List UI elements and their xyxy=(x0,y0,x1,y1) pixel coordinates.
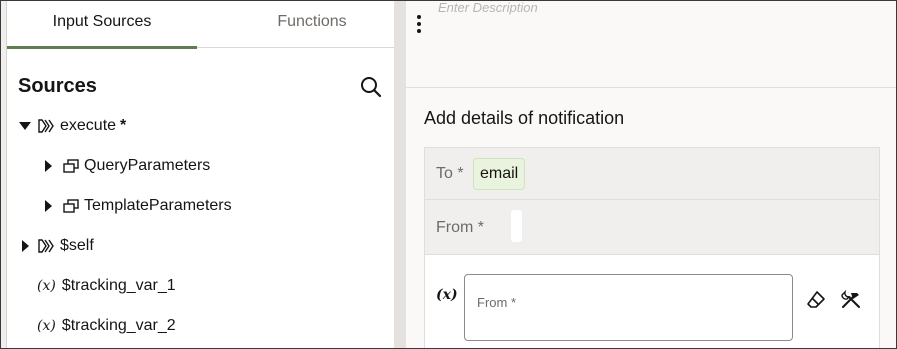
tree-item-self[interactable]: $self xyxy=(22,234,94,258)
variable-icon: (x) xyxy=(37,318,56,334)
chevron-right-icon[interactable] xyxy=(45,160,52,172)
tree-item-label: QueryParameters xyxy=(84,157,211,174)
chevron-down-icon[interactable] xyxy=(19,122,31,130)
tools-icon[interactable] xyxy=(840,289,862,310)
collection-icon xyxy=(62,158,80,174)
sources-heading: Sources xyxy=(18,75,97,97)
tree-item-label: $self xyxy=(60,237,94,254)
tab-bar: Input Sources Functions xyxy=(7,3,394,49)
kebab-menu-icon[interactable] xyxy=(414,15,424,37)
collection-icon xyxy=(62,198,80,214)
tree-item-queryparameters[interactable]: QueryParameters xyxy=(45,154,210,178)
step-icon xyxy=(38,238,56,254)
variable-icon: (x) xyxy=(37,278,56,294)
panel-splitter[interactable] xyxy=(394,1,406,348)
tree-item-templateparameters[interactable]: TemplateParameters xyxy=(45,194,232,218)
tree-item-tracking-var-1[interactable]: (x) $tracking_var_1 xyxy=(37,274,176,298)
tab-input-sources[interactable]: Input Sources xyxy=(7,3,197,49)
app-window: Input Sources Functions Sources execute … xyxy=(0,0,897,349)
to-field-row: To * email xyxy=(424,147,880,199)
from-expression-row: (x) From * xyxy=(424,255,880,348)
section-title: Add details of notification xyxy=(424,108,625,128)
search-icon[interactable] xyxy=(359,75,383,99)
to-value-chip[interactable]: email xyxy=(473,158,526,190)
from-expression-input[interactable]: From * xyxy=(464,274,793,341)
step-icon xyxy=(38,118,56,134)
eraser-icon[interactable] xyxy=(806,290,826,310)
tree-item-tracking-var-2[interactable]: (x) $tracking_var_2 xyxy=(37,314,176,338)
tree-item-execute[interactable]: execute * xyxy=(19,114,126,138)
chevron-right-icon[interactable] xyxy=(45,200,52,212)
chevron-right-icon[interactable] xyxy=(22,240,29,252)
from-label: From * xyxy=(436,219,484,236)
description-area: Enter Description xyxy=(406,1,896,88)
tree-item-label: execute xyxy=(60,117,117,134)
tree-item-label: $tracking_var_1 xyxy=(61,277,176,294)
tree-item-label: $tracking_var_2 xyxy=(61,317,176,334)
description-input[interactable]: Enter Description xyxy=(438,1,538,15)
required-marker: * xyxy=(120,117,127,134)
from-field-row[interactable]: From * xyxy=(424,199,880,255)
to-label: To * xyxy=(436,165,464,182)
tab-functions[interactable]: Functions xyxy=(217,3,407,48)
tree-item-label: TemplateParameters xyxy=(84,197,232,214)
expression-icon: (x) xyxy=(436,287,458,303)
sources-panel: Input Sources Functions Sources execute … xyxy=(7,3,394,348)
notification-editor: Enter Description Add details of notific… xyxy=(406,1,896,348)
from-value-chip[interactable] xyxy=(511,210,522,242)
from-input-placeholder: From * xyxy=(477,295,516,310)
